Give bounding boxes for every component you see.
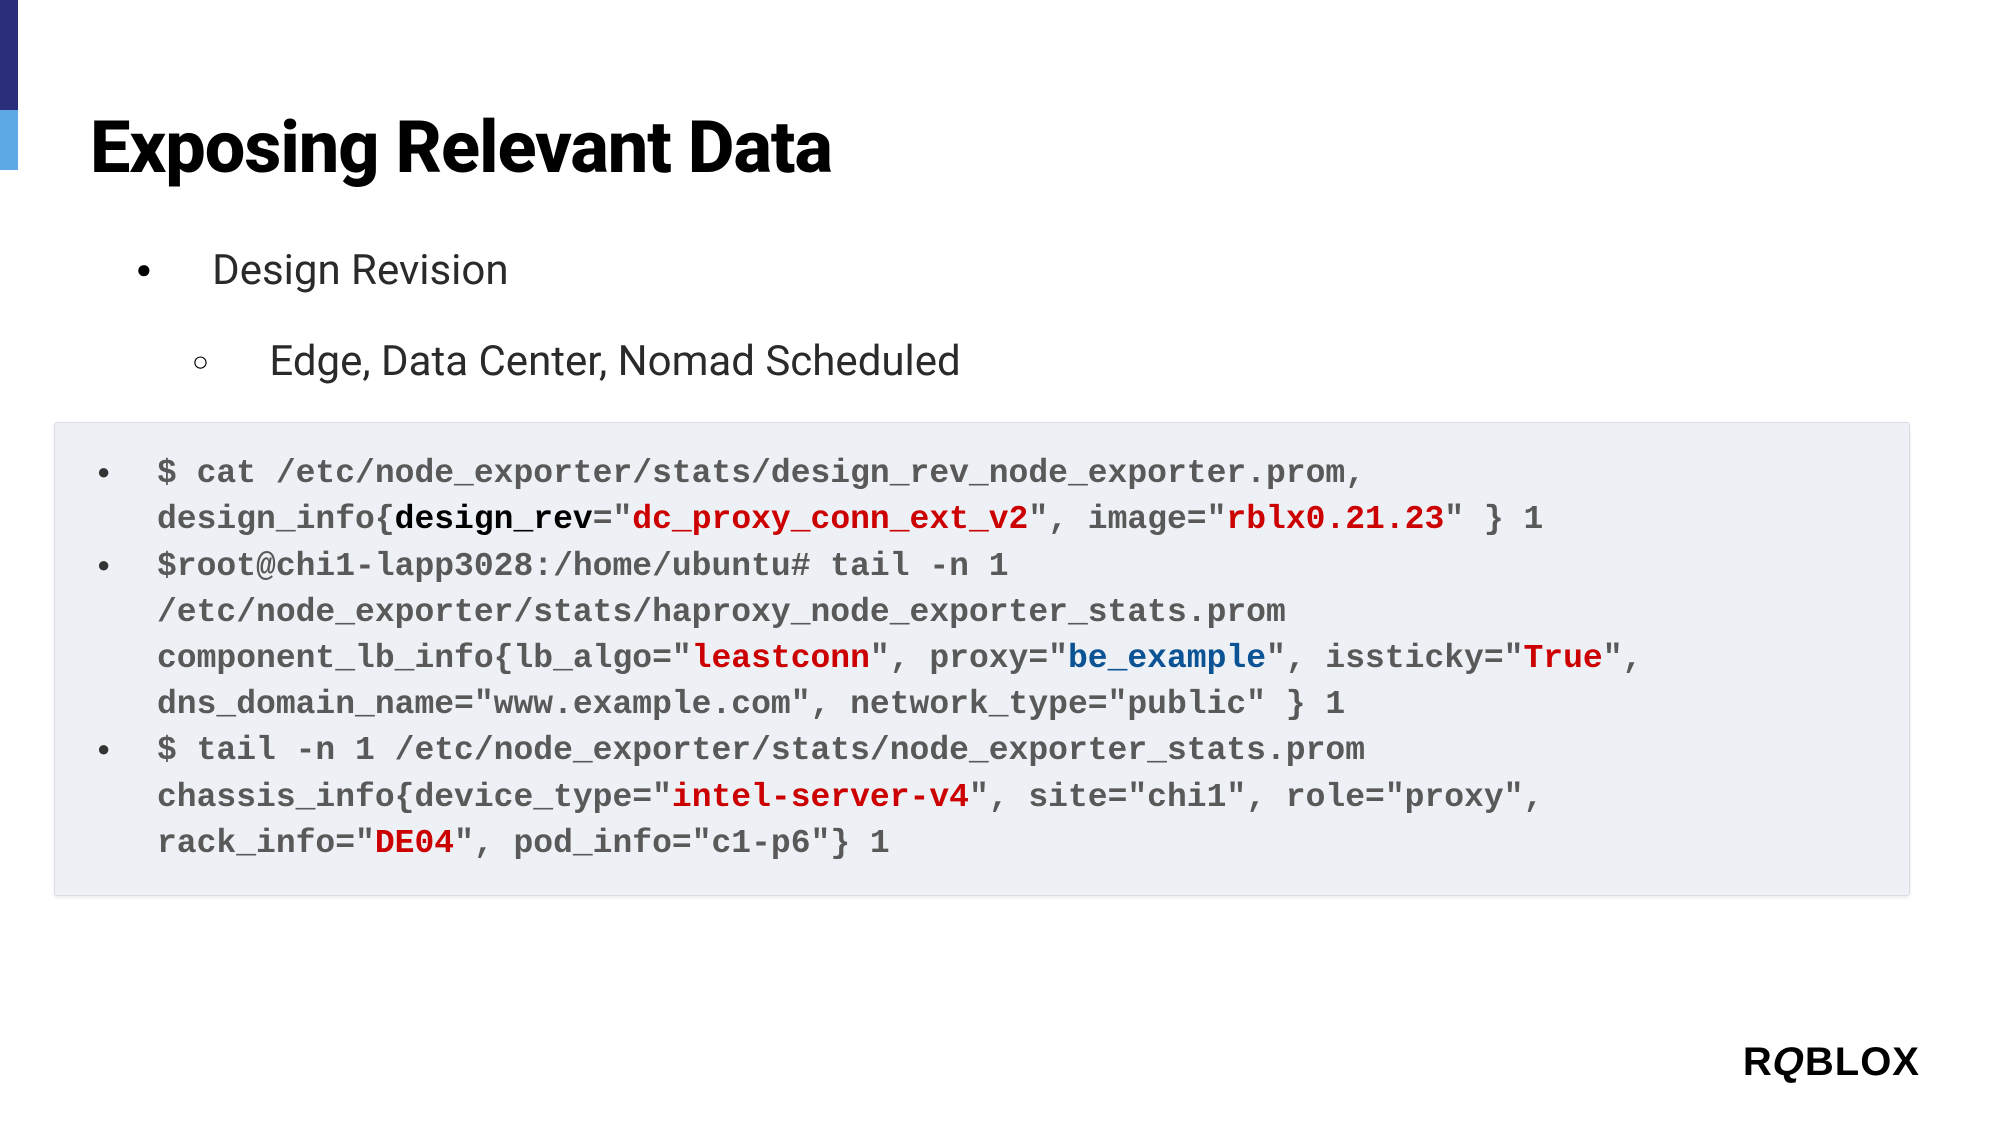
code-val-2c: True — [1523, 640, 1602, 677]
slide-content: Exposing Relevant Data Design Revision E… — [0, 0, 2000, 896]
brand-logo: RQBLOX — [1743, 1040, 1920, 1085]
code-val-2a: leastconn — [692, 640, 870, 677]
code-cmd-3: $ tail -n 1 /etc/node_exporter/stats/nod… — [157, 732, 1365, 769]
accent-bar-dark — [0, 0, 18, 110]
code-item-1: $ cat /etc/node_exporter/stats/design_re… — [97, 451, 1867, 543]
bullet-main: Design Revision Edge, Data Center, Nomad… — [90, 238, 1910, 394]
code-cmd-1: $ cat /etc/node_exporter/stats/design_re… — [157, 455, 1365, 492]
code-metric-1a: design_info{ — [157, 501, 395, 538]
bullet-list: Design Revision Edge, Data Center, Nomad… — [90, 238, 1910, 394]
code-cmd-2: $root@chi1-lapp3028:/home/ubuntu# tail -… — [157, 548, 1286, 631]
sub-list: Edge, Data Center, Nomad Scheduled — [136, 329, 1910, 394]
page-title: Exposing Relevant Data — [90, 105, 1910, 190]
code-val-2b: be_example — [1068, 640, 1266, 677]
code-val-1a: dc_proxy_conn_ext_v2 — [632, 501, 1028, 538]
code-metric-2a: component_lb_info{lb_algo=" — [157, 640, 692, 677]
bullet-sub-text: Edge, Data Center, Nomad Scheduled — [269, 337, 960, 386]
logo-text: RQBLOX — [1743, 1040, 1920, 1084]
code-metric-2c: ", issticky=" — [1266, 640, 1523, 677]
code-metric-2b: ", proxy=" — [870, 640, 1068, 677]
code-metric-3c: ", pod_info="c1-p6"} 1 — [454, 825, 890, 862]
code-metric-1d: ", image=" — [1028, 501, 1226, 538]
code-metric-1e: " } 1 — [1444, 501, 1543, 538]
code-item-3: $ tail -n 1 /etc/node_exporter/stats/nod… — [97, 728, 1867, 867]
code-list: $ cat /etc/node_exporter/stats/design_re… — [97, 451, 1867, 867]
code-metric-3a: chassis_info{device_type=" — [157, 779, 672, 816]
code-block: $ cat /etc/node_exporter/stats/design_re… — [54, 422, 1910, 896]
code-val-3b: DE04 — [375, 825, 454, 862]
accent-bar-light — [0, 110, 18, 170]
code-item-2: $root@chi1-lapp3028:/home/ubuntu# tail -… — [97, 544, 1867, 729]
bullet-main-text: Design Revision — [212, 246, 508, 295]
code-val-3a: intel-server-v4 — [672, 779, 969, 816]
code-key-1: design_rev — [395, 501, 593, 538]
bullet-sub: Edge, Data Center, Nomad Scheduled — [136, 329, 1910, 394]
code-metric-1c: =" — [593, 501, 633, 538]
code-val-1b: rblx0.21.23 — [1226, 501, 1444, 538]
